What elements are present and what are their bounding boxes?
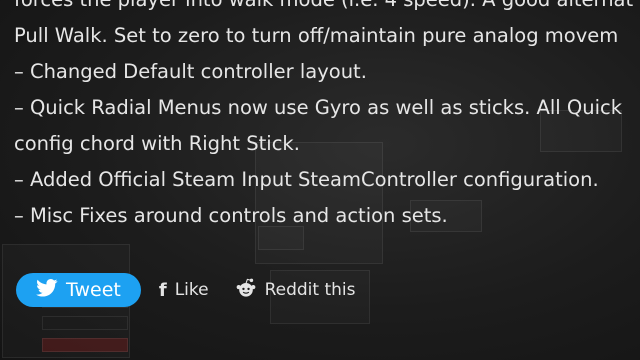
facebook-like-button[interactable]: f Like [159, 280, 209, 301]
screenshot-page: forces the player into walk mode (i.e. 4… [0, 0, 640, 360]
reddit-alien-icon [235, 278, 257, 303]
article-body: forces the player into walk mode (i.e. 4… [14, 0, 640, 234]
background-game-bar-2 [42, 316, 128, 330]
article-line: – Added Official Steam Input SteamContro… [14, 168, 599, 191]
twitter-bird-icon [36, 278, 58, 302]
article-line: – Quick Radial Menus now use Gyro as wel… [14, 96, 623, 119]
article-line: – Misc Fixes around controls and action … [14, 204, 448, 227]
background-game-health-bar [42, 338, 128, 352]
facebook-icon: f [158, 279, 167, 301]
article-line: forces the player into walk mode (i.e. 4… [14, 0, 640, 18]
share-bar: Tweet f Like Reddit this [16, 272, 356, 308]
like-label: Like [174, 280, 209, 300]
article-line: Pull Walk. Set to zero to turn off/maint… [14, 24, 619, 47]
article-line: config chord with Right Stick. [14, 132, 300, 155]
tweet-label: Tweet [66, 279, 121, 301]
tweet-button[interactable]: Tweet [16, 273, 141, 307]
reddit-share-button[interactable]: Reddit this [235, 278, 356, 303]
reddit-label: Reddit this [264, 280, 356, 300]
article-line: – Changed Default controller layout. [14, 60, 367, 83]
